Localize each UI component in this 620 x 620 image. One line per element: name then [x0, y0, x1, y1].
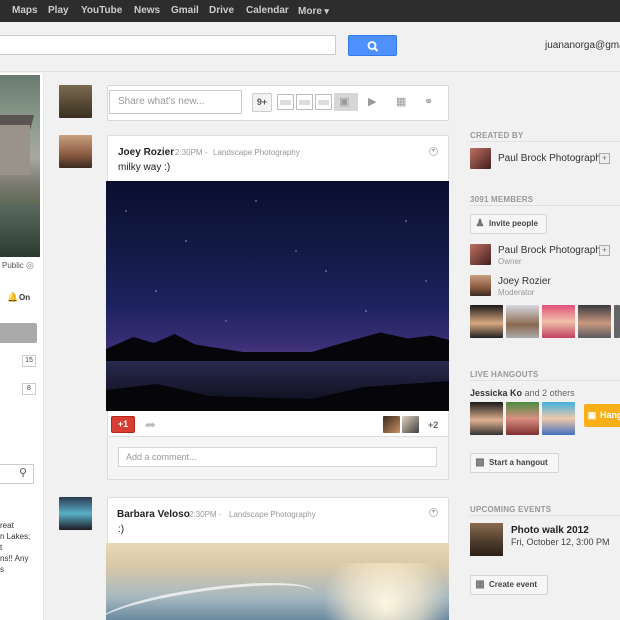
post-time[interactable]: 2:30PM: [189, 510, 217, 519]
creator-name[interactable]: Paul Brock Photography: [498, 153, 606, 164]
upcoming-events-heading: UPCOMING EVENTS: [470, 505, 552, 514]
header: juananorga@gmail: [0, 22, 620, 72]
comment-input[interactable]: Add a comment...: [118, 447, 437, 467]
hangout-participant-avatar[interactable]: [542, 402, 575, 435]
hangout-icon: ▩: [475, 457, 485, 468]
member-thumbnail[interactable]: [614, 305, 620, 338]
member-avatar[interactable]: [470, 275, 491, 296]
join-community-button[interactable]: [0, 323, 37, 343]
live-hangouts-heading: LIVE HANGOUTS: [470, 370, 539, 379]
share-tile[interactable]: [296, 94, 313, 110]
nav-more[interactable]: More: [298, 0, 329, 22]
hangout-participant-avatar[interactable]: [506, 402, 539, 435]
my-avatar[interactable]: [59, 85, 92, 118]
member-thumbnail[interactable]: [470, 305, 503, 338]
member-thumbnail[interactable]: [578, 305, 611, 338]
post-author-avatar[interactable]: [59, 135, 92, 168]
share-tile[interactable]: [315, 94, 332, 110]
created-by-heading: CREATED BY: [470, 131, 524, 140]
post-photo-beach[interactable]: [106, 543, 449, 620]
divider: [470, 205, 620, 206]
nav-play[interactable]: Play: [48, 0, 69, 22]
member-name[interactable]: Joey Rozier: [498, 276, 551, 287]
post-text: :): [118, 524, 125, 535]
add-circle-icon[interactable]: +: [599, 245, 610, 256]
share-input[interactable]: Share what's new...: [109, 90, 242, 114]
post-author[interactable]: Joey Rozier: [118, 147, 174, 158]
community-sidebar: Public ◎ 🔔 On 15 8 ⚲ reat n Lakes; t ns!…: [0, 73, 44, 620]
globe-icon: ◎: [26, 260, 34, 270]
members-heading: 3091 MEMBERS: [470, 195, 534, 204]
bell-icon[interactable]: 🔔: [7, 292, 18, 303]
post-author-avatar[interactable]: [59, 497, 92, 530]
share-arrow-icon[interactable]: ➦: [145, 417, 156, 433]
post-menu-icon[interactable]: ▾: [429, 508, 438, 517]
event-date: Fri, October 12, 3:00 PM: [511, 537, 610, 547]
nav-gmail[interactable]: Gmail: [171, 0, 199, 22]
nav-news[interactable]: News: [134, 0, 160, 22]
post-menu-icon[interactable]: ▾: [429, 147, 438, 156]
search-button[interactable]: [348, 35, 397, 56]
search-input[interactable]: [0, 35, 336, 55]
search-icon: [367, 41, 379, 52]
link-icon[interactable]: ⚭: [424, 95, 433, 108]
hangout-participants[interactable]: Jessicka Ko and 2 others: [470, 388, 575, 398]
divider: [470, 515, 620, 516]
create-event-button[interactable]: ▦ Create event: [470, 575, 548, 595]
event-icon[interactable]: ▦: [396, 95, 406, 108]
community-cover-photo: [0, 75, 40, 257]
member-role: Owner: [498, 257, 522, 266]
event-title[interactable]: Photo walk 2012: [511, 525, 589, 536]
camera-icon[interactable]: ▣: [339, 95, 349, 108]
category-count: 8: [22, 383, 36, 395]
plusoner-avatar[interactable]: [402, 416, 419, 433]
nav-youtube[interactable]: YouTube: [81, 0, 122, 22]
event-thumbnail[interactable]: [470, 523, 503, 556]
member-thumbnail[interactable]: [542, 305, 575, 338]
user-email[interactable]: juananorga@gmail: [545, 40, 620, 51]
person-icon: ♟: [475, 218, 485, 229]
community-about-text: reat n Lakes; t ns!! Any s: [0, 521, 31, 574]
member-avatar[interactable]: [470, 244, 491, 265]
nav-calendar[interactable]: Calendar: [246, 0, 289, 22]
post-community-link[interactable]: Landscape Photography: [229, 510, 316, 519]
post-author[interactable]: Barbara Veloso: [117, 509, 190, 520]
plusoner-avatar[interactable]: [383, 416, 400, 433]
share-tile[interactable]: [277, 94, 294, 110]
member-thumbnail[interactable]: [506, 305, 539, 338]
nav-maps[interactable]: Maps: [12, 0, 38, 22]
invite-people-button[interactable]: ♟ Invite people: [470, 214, 547, 234]
post-text: milky way :): [118, 162, 171, 173]
post-community-link[interactable]: Landscape Photography: [213, 148, 300, 157]
post-time[interactable]: 2:30PM: [175, 148, 203, 157]
notifications-toggle[interactable]: On: [19, 293, 30, 302]
start-hangout-button[interactable]: ▩ Start a hangout: [470, 453, 559, 473]
join-hangout-button[interactable]: ▣Hangout: [584, 404, 620, 427]
plus-one-button[interactable]: +1: [111, 416, 135, 433]
member-role: Moderator: [498, 288, 535, 297]
top-navigation-bar: Maps Play YouTube News Gmail Drive Calen…: [0, 0, 620, 22]
member-name[interactable]: Paul Brock Photography: [498, 245, 606, 256]
hangout-icon: ▣: [587, 410, 597, 420]
category-count: 15: [22, 355, 36, 367]
add-circle-icon[interactable]: +: [599, 153, 610, 164]
share-more-count[interactable]: 9+: [252, 93, 272, 112]
video-icon[interactable]: ▶: [368, 95, 376, 108]
visibility-label: Public: [2, 261, 24, 270]
hangout-participant-avatar[interactable]: [470, 402, 503, 435]
post-separator: -: [205, 148, 208, 157]
calendar-icon: ▦: [475, 579, 485, 590]
nav-drive[interactable]: Drive: [209, 0, 234, 22]
divider: [470, 141, 620, 142]
post-photo-milky-way[interactable]: [106, 181, 449, 411]
creator-avatar[interactable]: [470, 148, 491, 169]
plus-more-count[interactable]: +2: [428, 420, 438, 430]
divider: [470, 380, 620, 381]
search-icon[interactable]: ⚲: [19, 466, 27, 479]
post-separator: -: [219, 510, 222, 519]
community-search-input[interactable]: [0, 464, 34, 484]
